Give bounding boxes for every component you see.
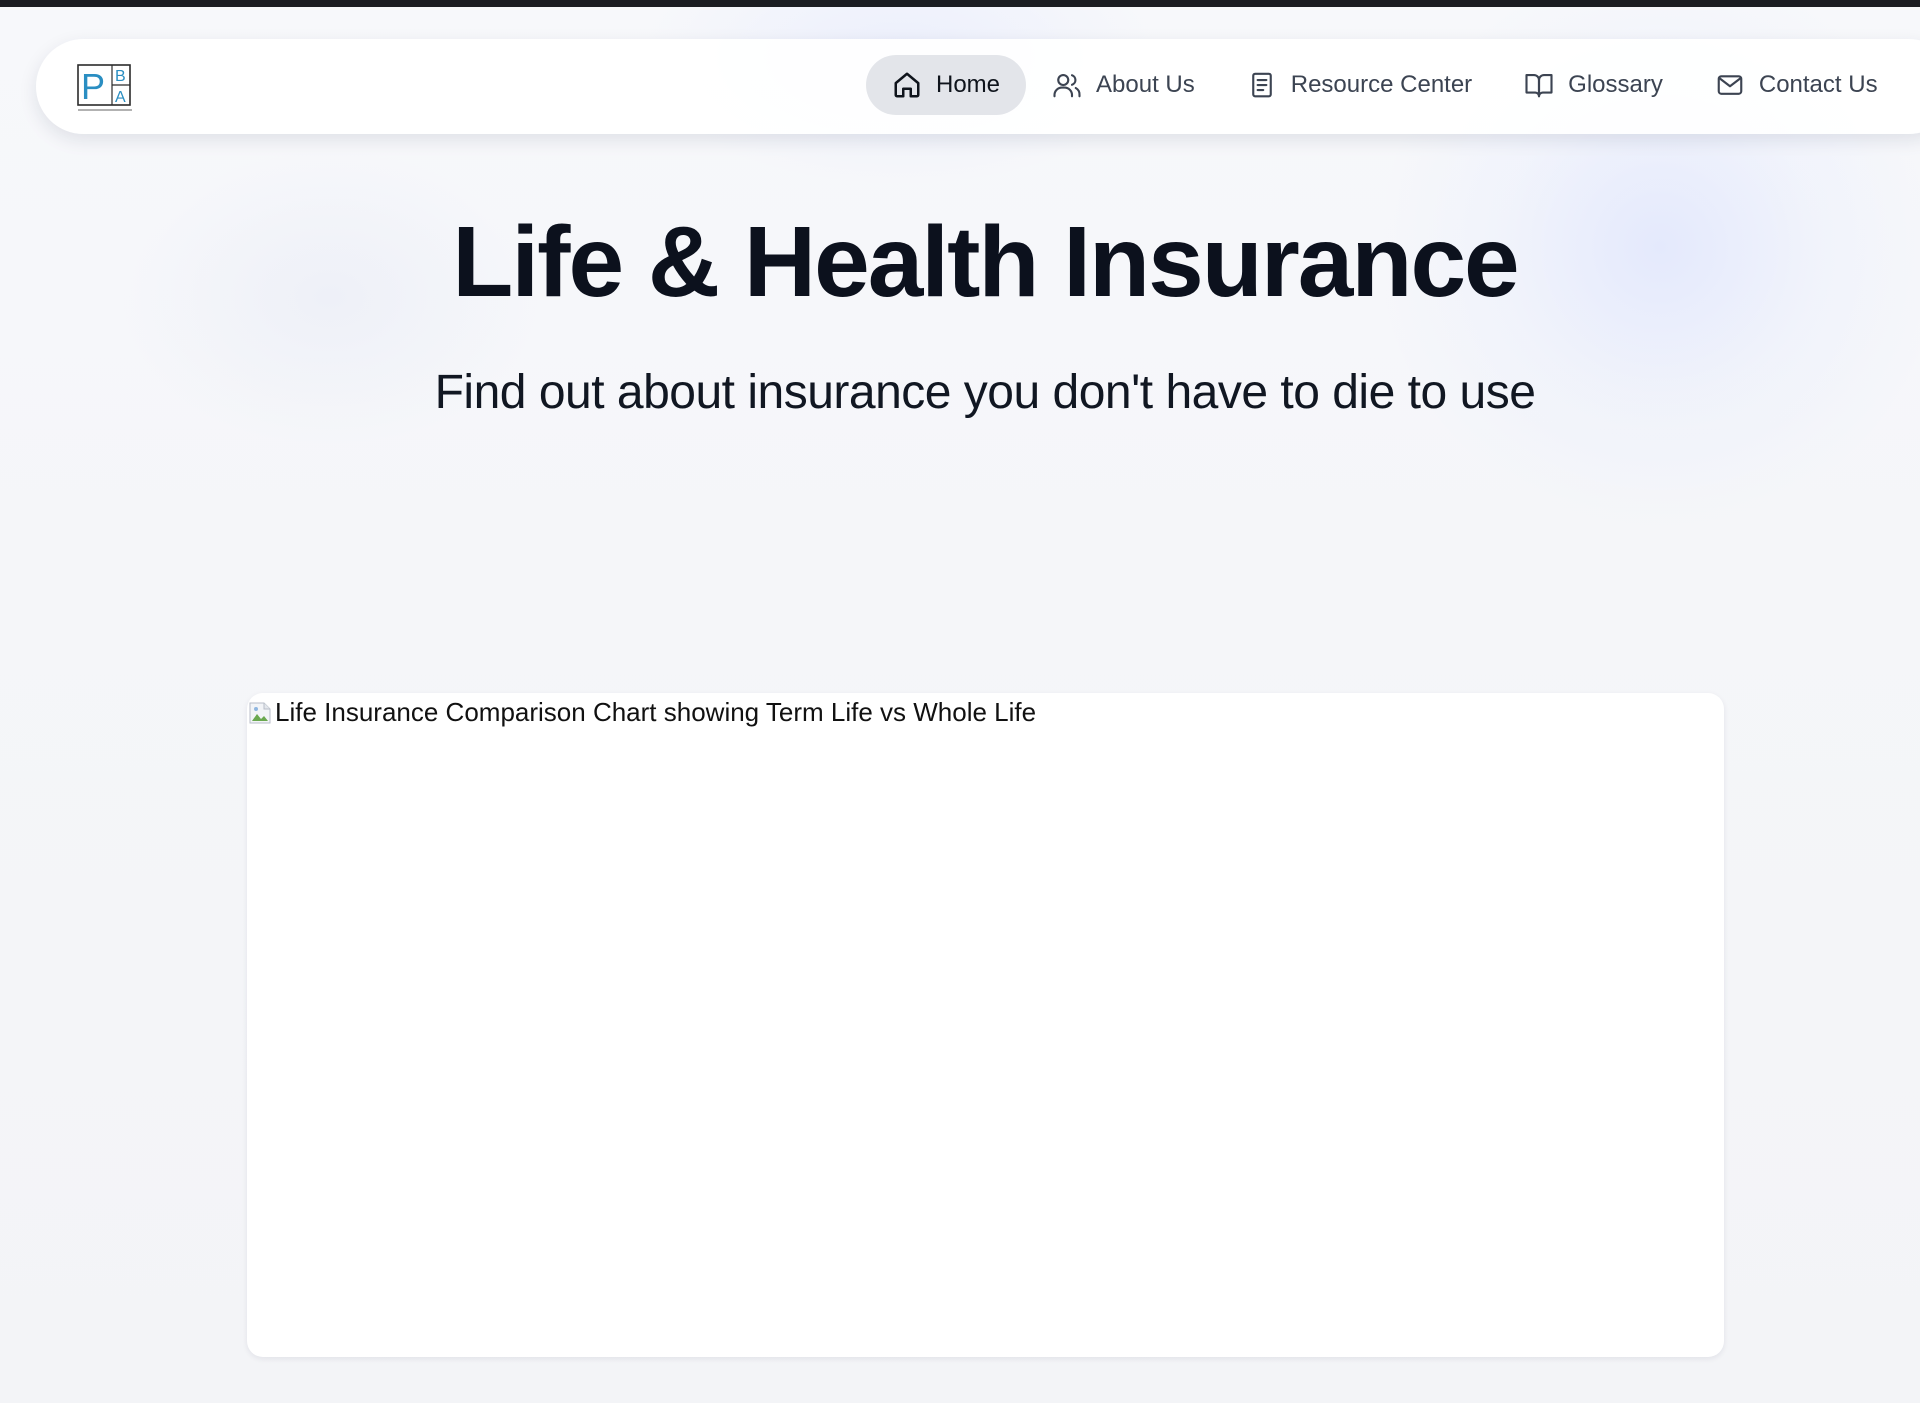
image-alt-text: Life Insurance Comparison Chart showing … — [275, 697, 1037, 727]
home-icon — [892, 70, 922, 100]
nav-item-label: Resource Center — [1290, 71, 1473, 98]
broken-image: Life Insurance Comparison Chart showing … — [247, 697, 1036, 728]
nav-item-home[interactable]: Home — [866, 55, 1027, 115]
nav-item-label: Glossary — [1568, 71, 1663, 98]
browser-top-edge — [0, 0, 1920, 7]
nav-item-about-us[interactable]: About Us — [1026, 55, 1221, 115]
logo[interactable]: P B A — [76, 59, 138, 115]
nav-item-glossary[interactable]: Glossary — [1498, 55, 1689, 115]
nav-item-label: Contact Us — [1758, 71, 1878, 98]
page: P B A Home About Us Resource Center Glos… — [0, 7, 1920, 1403]
svg-text:P: P — [81, 66, 105, 107]
nav-menu: Home About Us Resource Center Glossary C… — [866, 55, 1904, 115]
page-title: Life & Health Insurance — [452, 206, 1519, 318]
page-subtitle: Find out about insurance you don't have … — [434, 366, 1536, 419]
comparison-chart-image: Life Insurance Comparison Chart showing … — [247, 693, 1724, 1357]
nav-item-resource-center[interactable]: Resource Center — [1221, 55, 1498, 115]
mail-icon — [1715, 70, 1745, 100]
nav-item-label: Home — [936, 71, 1001, 98]
nav-item-contact-us[interactable]: Contact Us — [1689, 55, 1904, 115]
nav-item-label: About Us — [1096, 71, 1195, 98]
navbar: P B A Home About Us Resource Center Glos… — [36, 39, 1920, 134]
broken-image-icon — [247, 700, 273, 726]
users-icon — [1052, 70, 1082, 100]
document-icon — [1247, 70, 1277, 100]
svg-text:A: A — [115, 89, 126, 106]
svg-text:B: B — [115, 68, 126, 85]
book-open-icon — [1524, 70, 1554, 100]
